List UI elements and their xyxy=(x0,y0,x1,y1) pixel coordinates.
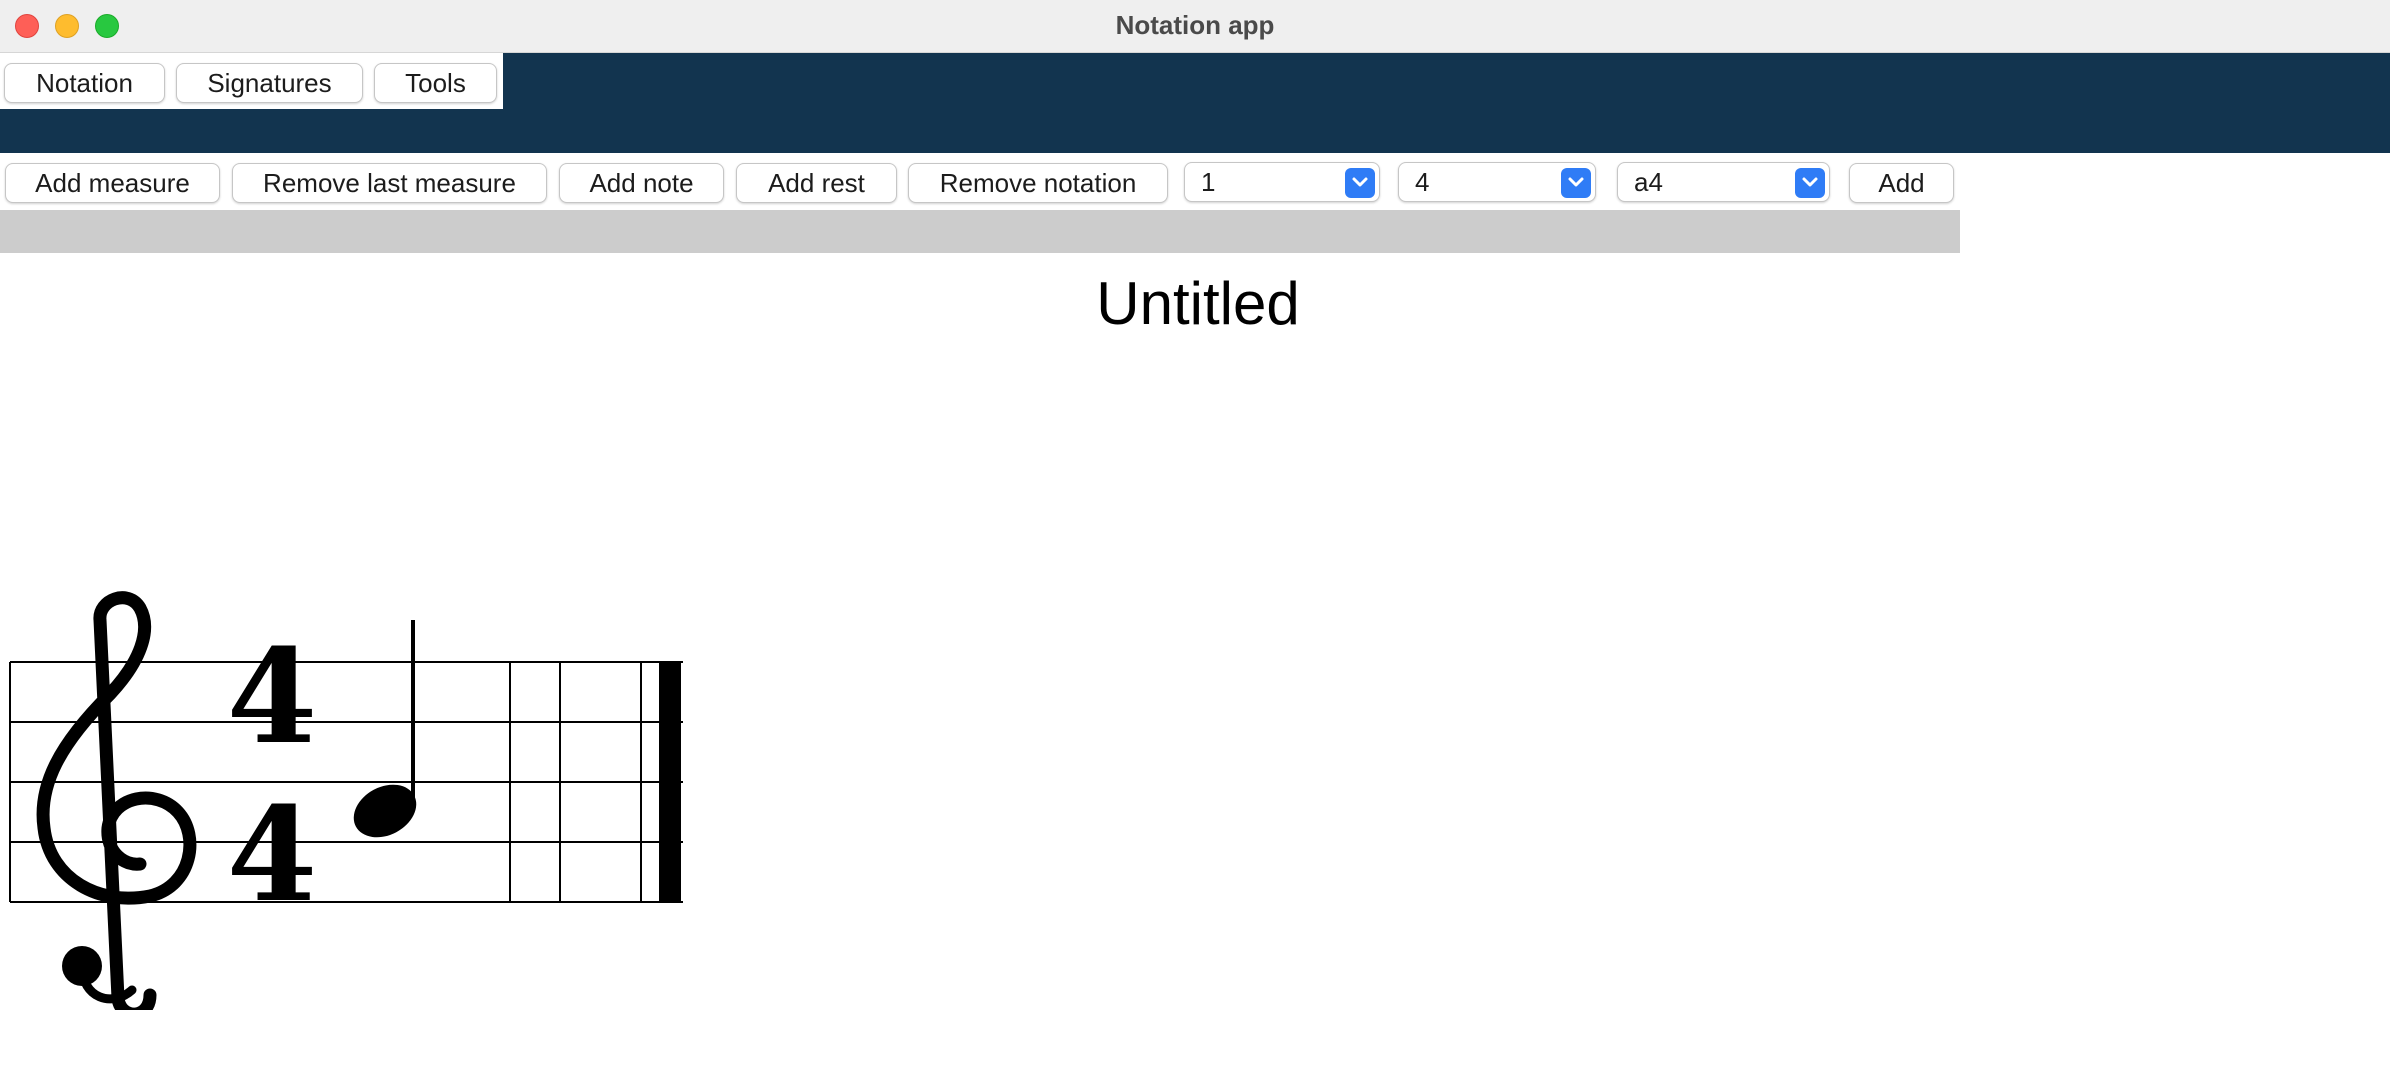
remove-last-measure-button[interactable]: Remove last measure xyxy=(232,163,547,203)
window-title: Notation app xyxy=(1115,10,1275,40)
menu-tab-strip: Notation Signatures Tools xyxy=(0,53,503,109)
chevron-down-icon xyxy=(1795,168,1825,198)
time-signature-bottom: 4 xyxy=(227,778,317,931)
count-select[interactable]: 4 xyxy=(1398,162,1596,202)
remove-notation-button[interactable]: Remove notation xyxy=(908,163,1168,203)
final-barline xyxy=(659,662,681,902)
time-signature-top: 4 xyxy=(227,620,317,773)
quarter-note[interactable] xyxy=(345,620,426,848)
chevron-down-icon xyxy=(1561,168,1591,198)
menu-band: Notation Signatures Tools xyxy=(0,53,2390,153)
tab-tools[interactable]: Tools xyxy=(374,63,497,103)
duration-select-value: 1 xyxy=(1201,167,1216,197)
window-titlebar: Notation app xyxy=(0,0,2390,53)
chevron-down-icon xyxy=(1345,168,1375,198)
pitch-select-value: a4 xyxy=(1634,167,1663,197)
time-signature: 4 4 xyxy=(227,620,317,931)
add-note-button[interactable]: Add note xyxy=(559,163,724,203)
duration-select[interactable]: 1 xyxy=(1184,162,1380,202)
add-button[interactable]: Add xyxy=(1849,163,1954,203)
score-title: Untitled xyxy=(1096,270,1300,337)
count-select-value: 4 xyxy=(1415,167,1430,197)
tab-notation[interactable]: Notation xyxy=(4,63,165,103)
treble-clef-icon xyxy=(36,591,197,1010)
music-staff[interactable]: 4 4 xyxy=(0,590,700,1010)
toolbar-band: Add measure Remove last measure Add note… xyxy=(0,153,1960,253)
add-rest-button[interactable]: Add rest xyxy=(736,163,897,203)
notation-toolbar: Add measure Remove last measure Add note… xyxy=(0,153,1960,210)
pitch-select[interactable]: a4 xyxy=(1617,162,1830,202)
add-measure-button[interactable]: Add measure xyxy=(5,163,220,203)
tab-signatures[interactable]: Signatures xyxy=(176,63,363,103)
